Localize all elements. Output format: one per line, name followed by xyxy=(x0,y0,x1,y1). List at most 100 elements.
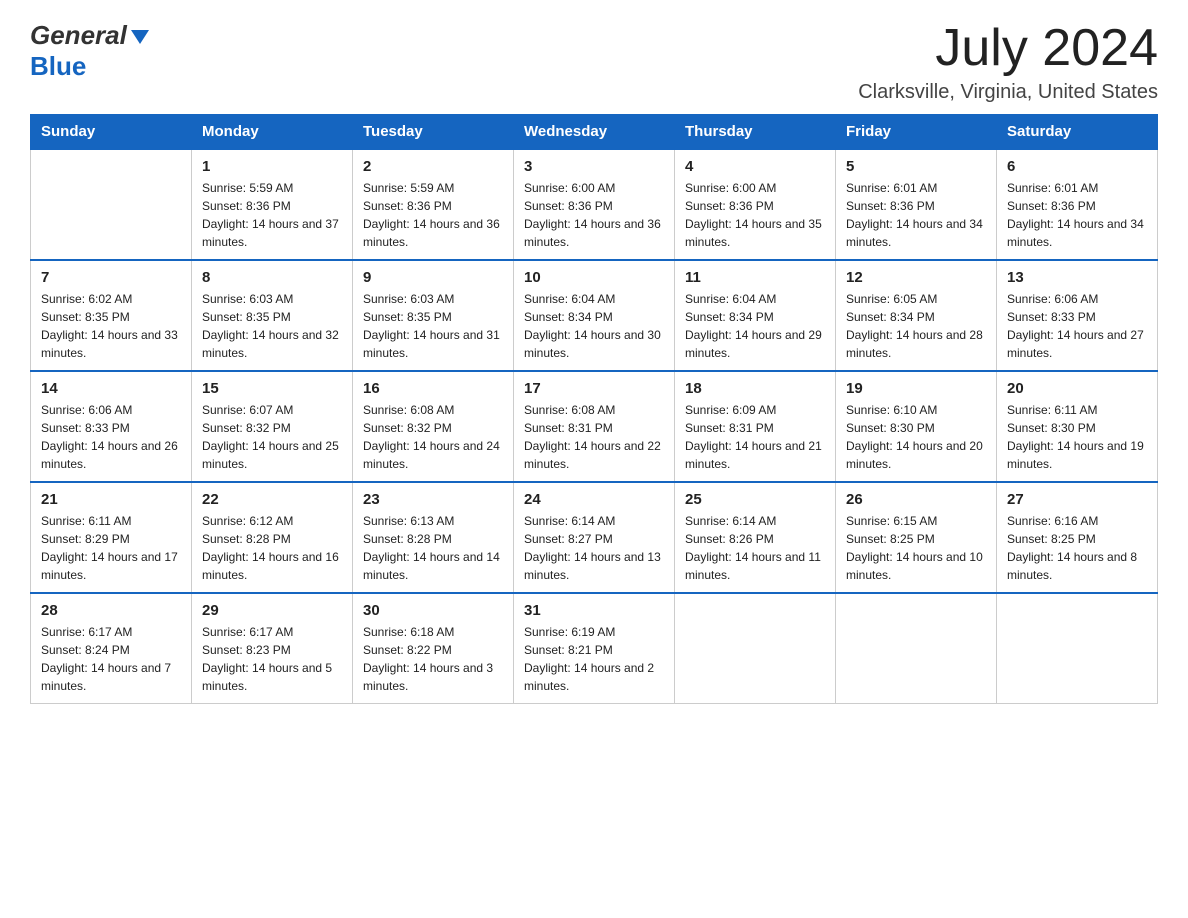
day-info: Sunrise: 6:09 AMSunset: 8:31 PMDaylight:… xyxy=(685,401,825,473)
calendar-cell: 14 Sunrise: 6:06 AMSunset: 8:33 PMDayligh… xyxy=(31,371,192,482)
day-number: 20 xyxy=(1007,380,1147,397)
day-info: Sunrise: 6:05 AMSunset: 8:34 PMDaylight:… xyxy=(846,290,986,362)
day-info: Sunrise: 6:11 AMSunset: 8:29 PMDaylight:… xyxy=(41,512,181,584)
calendar-cell: 8 Sunrise: 6:03 AMSunset: 8:35 PMDaylight… xyxy=(192,260,353,371)
calendar-cell: 1 Sunrise: 5:59 AMSunset: 8:36 PMDaylight… xyxy=(192,149,353,260)
calendar-cell: 23Sunrise: 6:13 AMSunset: 8:28 PMDayligh… xyxy=(353,482,514,593)
day-info: Sunrise: 6:15 AMSunset: 8:25 PMDaylight:… xyxy=(846,512,986,584)
calendar-cell: 28Sunrise: 6:17 AMSunset: 8:24 PMDayligh… xyxy=(31,593,192,704)
logo: General Blue xyxy=(30,20,151,82)
calendar-cell: 3Sunrise: 6:00 AMSunset: 8:36 PMDaylight… xyxy=(514,149,675,260)
day-info: Sunrise: 6:08 AMSunset: 8:32 PMDaylight:… xyxy=(363,401,503,473)
calendar-cell: 9 Sunrise: 6:03 AMSunset: 8:35 PMDaylight… xyxy=(353,260,514,371)
day-info: Sunrise: 6:10 AMSunset: 8:30 PMDaylight:… xyxy=(846,401,986,473)
calendar-week-2: 7 Sunrise: 6:02 AMSunset: 8:35 PMDaylight… xyxy=(31,260,1158,371)
calendar-cell: 29 Sunrise: 6:17 AMSunset: 8:23 PMDayligh… xyxy=(192,593,353,704)
day-info: Sunrise: 5:59 AMSunset: 8:36 PMDaylight:… xyxy=(202,179,342,251)
calendar-cell xyxy=(675,593,836,704)
logo-blue-text: Blue xyxy=(30,51,86,82)
calendar-cell: 16Sunrise: 6:08 AMSunset: 8:32 PMDayligh… xyxy=(353,371,514,482)
day-number: 22 xyxy=(202,491,342,508)
calendar-week-1: 1 Sunrise: 5:59 AMSunset: 8:36 PMDaylight… xyxy=(31,149,1158,260)
weekday-header-thursday: Thursday xyxy=(675,115,836,150)
day-info: Sunrise: 6:12 AMSunset: 8:28 PMDaylight:… xyxy=(202,512,342,584)
day-info: Sunrise: 6:06 AMSunset: 8:33 PMDaylight:… xyxy=(41,401,181,473)
calendar-body: 1 Sunrise: 5:59 AMSunset: 8:36 PMDaylight… xyxy=(31,149,1158,704)
calendar-header-row: SundayMondayTuesdayWednesdayThursdayFrid… xyxy=(31,115,1158,150)
calendar-week-3: 14 Sunrise: 6:06 AMSunset: 8:33 PMDayligh… xyxy=(31,371,1158,482)
logo-general-text: General xyxy=(30,20,127,51)
calendar-cell: 4 Sunrise: 6:00 AMSunset: 8:36 PMDaylight… xyxy=(675,149,836,260)
calendar-cell: 17 Sunrise: 6:08 AMSunset: 8:31 PMDayligh… xyxy=(514,371,675,482)
day-number: 15 xyxy=(202,380,342,397)
day-number: 2 xyxy=(363,158,503,175)
day-number: 17 xyxy=(524,380,664,397)
day-number: 7 xyxy=(41,269,181,286)
day-number: 11 xyxy=(685,269,825,286)
day-number: 21 xyxy=(41,491,181,508)
day-info: Sunrise: 6:02 AMSunset: 8:35 PMDaylight:… xyxy=(41,290,181,362)
page-subtitle: Clarksville, Virginia, United States xyxy=(858,81,1158,104)
day-info: Sunrise: 6:00 AMSunset: 8:36 PMDaylight:… xyxy=(685,179,825,251)
day-info: Sunrise: 6:04 AMSunset: 8:34 PMDaylight:… xyxy=(685,290,825,362)
calendar-cell: 10Sunrise: 6:04 AMSunset: 8:34 PMDayligh… xyxy=(514,260,675,371)
day-info: Sunrise: 6:14 AMSunset: 8:27 PMDaylight:… xyxy=(524,512,664,584)
day-info: Sunrise: 6:14 AMSunset: 8:26 PMDaylight:… xyxy=(685,512,825,584)
day-number: 19 xyxy=(846,380,986,397)
day-info: Sunrise: 6:03 AMSunset: 8:35 PMDaylight:… xyxy=(202,290,342,362)
day-info: Sunrise: 6:06 AMSunset: 8:33 PMDaylight:… xyxy=(1007,290,1147,362)
calendar-cell: 12 Sunrise: 6:05 AMSunset: 8:34 PMDayligh… xyxy=(836,260,997,371)
day-number: 10 xyxy=(524,269,664,286)
calendar-cell: 25Sunrise: 6:14 AMSunset: 8:26 PMDayligh… xyxy=(675,482,836,593)
day-number: 4 xyxy=(685,158,825,175)
logo-arrow-icon xyxy=(129,26,151,48)
day-number: 26 xyxy=(846,491,986,508)
page-title: July 2024 xyxy=(858,20,1158,77)
weekday-header-sunday: Sunday xyxy=(31,115,192,150)
day-number: 1 xyxy=(202,158,342,175)
day-info: Sunrise: 6:07 AMSunset: 8:32 PMDaylight:… xyxy=(202,401,342,473)
day-info: Sunrise: 6:01 AMSunset: 8:36 PMDaylight:… xyxy=(1007,179,1147,251)
day-info: Sunrise: 6:03 AMSunset: 8:35 PMDaylight:… xyxy=(363,290,503,362)
day-number: 31 xyxy=(524,602,664,619)
calendar-cell: 20 Sunrise: 6:11 AMSunset: 8:30 PMDayligh… xyxy=(997,371,1158,482)
day-number: 18 xyxy=(685,380,825,397)
title-block: July 2024 Clarksville, Virginia, United … xyxy=(858,20,1158,104)
day-number: 6 xyxy=(1007,158,1147,175)
calendar-cell: 26 Sunrise: 6:15 AMSunset: 8:25 PMDayligh… xyxy=(836,482,997,593)
day-number: 9 xyxy=(363,269,503,286)
calendar-cell: 2 Sunrise: 5:59 AMSunset: 8:36 PMDaylight… xyxy=(353,149,514,260)
calendar-cell xyxy=(31,149,192,260)
calendar-cell: 7 Sunrise: 6:02 AMSunset: 8:35 PMDaylight… xyxy=(31,260,192,371)
day-number: 5 xyxy=(846,158,986,175)
day-number: 14 xyxy=(41,380,181,397)
calendar-cell: 18 Sunrise: 6:09 AMSunset: 8:31 PMDayligh… xyxy=(675,371,836,482)
calendar-week-4: 21 Sunrise: 6:11 AMSunset: 8:29 PMDayligh… xyxy=(31,482,1158,593)
calendar-cell: 15 Sunrise: 6:07 AMSunset: 8:32 PMDayligh… xyxy=(192,371,353,482)
day-number: 29 xyxy=(202,602,342,619)
day-number: 23 xyxy=(363,491,503,508)
calendar-cell xyxy=(836,593,997,704)
day-number: 8 xyxy=(202,269,342,286)
day-info: Sunrise: 6:19 AMSunset: 8:21 PMDaylight:… xyxy=(524,623,664,695)
day-info: Sunrise: 6:11 AMSunset: 8:30 PMDaylight:… xyxy=(1007,401,1147,473)
calendar-cell: 11 Sunrise: 6:04 AMSunset: 8:34 PMDayligh… xyxy=(675,260,836,371)
calendar-cell: 21 Sunrise: 6:11 AMSunset: 8:29 PMDayligh… xyxy=(31,482,192,593)
weekday-header-saturday: Saturday xyxy=(997,115,1158,150)
calendar-cell: 22 Sunrise: 6:12 AMSunset: 8:28 PMDayligh… xyxy=(192,482,353,593)
calendar-cell: 31 Sunrise: 6:19 AMSunset: 8:21 PMDayligh… xyxy=(514,593,675,704)
day-number: 3 xyxy=(524,158,664,175)
day-info: Sunrise: 6:01 AMSunset: 8:36 PMDaylight:… xyxy=(846,179,986,251)
day-info: Sunrise: 6:17 AMSunset: 8:23 PMDaylight:… xyxy=(202,623,342,695)
weekday-header-friday: Friday xyxy=(836,115,997,150)
calendar-cell: 24 Sunrise: 6:14 AMSunset: 8:27 PMDayligh… xyxy=(514,482,675,593)
calendar-cell: 6 Sunrise: 6:01 AMSunset: 8:36 PMDaylight… xyxy=(997,149,1158,260)
calendar-cell: 27Sunrise: 6:16 AMSunset: 8:25 PMDayligh… xyxy=(997,482,1158,593)
day-number: 24 xyxy=(524,491,664,508)
day-info: Sunrise: 6:16 AMSunset: 8:25 PMDaylight:… xyxy=(1007,512,1147,584)
day-number: 12 xyxy=(846,269,986,286)
day-info: Sunrise: 6:17 AMSunset: 8:24 PMDaylight:… xyxy=(41,623,181,695)
day-info: Sunrise: 6:18 AMSunset: 8:22 PMDaylight:… xyxy=(363,623,503,695)
day-info: Sunrise: 5:59 AMSunset: 8:36 PMDaylight:… xyxy=(363,179,503,251)
day-info: Sunrise: 6:08 AMSunset: 8:31 PMDaylight:… xyxy=(524,401,664,473)
